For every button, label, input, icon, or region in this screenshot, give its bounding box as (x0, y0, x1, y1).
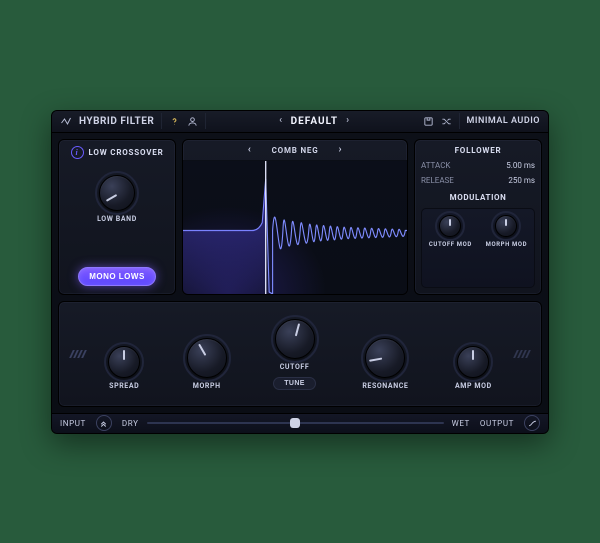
morph-label: MORPH (193, 382, 221, 390)
amp-mod-knob-group: AMP MOD (455, 346, 492, 390)
release-row[interactable]: RELEASE 250 ms (421, 176, 535, 185)
output-label: OUTPUT (480, 419, 514, 428)
wet-label: WET (452, 419, 470, 428)
amp-mod-label: AMP MOD (455, 382, 492, 390)
preset-prev-icon[interactable]: ‹ (279, 116, 283, 126)
separator (459, 113, 460, 129)
filter-curve-display[interactable] (183, 161, 407, 294)
cutoff-label: CUTOFF (280, 363, 310, 371)
morph-mod-knob[interactable] (495, 215, 517, 237)
footer-bar: INPUT DRY WET OUTPUT (52, 413, 548, 432)
slider-thumb[interactable] (290, 418, 300, 428)
cutoff-mod-knob-group: CUTOFF MOD (429, 215, 472, 248)
shuffle-icon[interactable] (441, 116, 452, 127)
user-icon[interactable] (187, 116, 198, 127)
titlebar-right: MINIMAL AUDIO (423, 113, 540, 129)
spread-knob[interactable] (108, 346, 140, 378)
cutoff-mod-knob[interactable] (439, 215, 461, 237)
amp-mod-knob[interactable] (457, 346, 489, 378)
morph-knob-group: MORPH (187, 338, 227, 390)
attack-label: ATTACK (421, 161, 450, 170)
plugin-window: HYBRID FILTER ‹ DEFAULT › (51, 110, 549, 434)
slider-track[interactable] (147, 422, 444, 424)
low-band-label: LOW BAND (97, 215, 137, 223)
follower-panel: FOLLOWER ATTACK 5.00 ms RELEASE 250 ms M… (414, 139, 542, 295)
top-row: i LOW CROSSOVER LOW BAND MONO LOWS (58, 139, 542, 295)
save-preset-icon[interactable] (423, 116, 434, 127)
low-band-knob[interactable] (99, 175, 135, 211)
preset-name[interactable]: DEFAULT (291, 116, 338, 127)
morph-knob[interactable] (187, 338, 227, 378)
titlebar-left: HYBRID FILTER (60, 113, 206, 129)
spread-label: SPREAD (109, 382, 139, 390)
resonance-label: RESONANCE (362, 382, 408, 390)
low-crossover-label: LOW CROSSOVER (89, 148, 164, 157)
cutoff-mod-label: CUTOFF MOD (429, 241, 472, 248)
modulation-knobs: CUTOFF MOD MORPH MOD (421, 208, 535, 288)
follower-title: FOLLOWER (421, 146, 535, 155)
content-area: i LOW CROSSOVER LOW BAND MONO LOWS (52, 133, 548, 413)
low-crossover-title: i LOW CROSSOVER (71, 146, 164, 159)
low-crossover-panel: i LOW CROSSOVER LOW BAND MONO LOWS (58, 139, 176, 295)
app-name: HYBRID FILTER (79, 116, 154, 127)
release-value: 250 ms (508, 176, 535, 185)
help-icon[interactable] (169, 116, 180, 127)
spread-knob-group: SPREAD (108, 346, 140, 390)
preset-browser: ‹ DEFAULT › (214, 116, 414, 127)
low-band-knob-group: LOW BAND (97, 175, 137, 223)
filter-display-panel: ‹ COMB NEG › (182, 139, 408, 295)
separator (205, 113, 206, 129)
tune-button[interactable]: TUNE (273, 377, 316, 390)
output-curve-button[interactable] (524, 415, 540, 431)
input-gain-button[interactable] (96, 415, 112, 431)
morph-mod-label: MORPH MOD (486, 241, 528, 248)
cutoff-knob[interactable] (275, 319, 315, 359)
preset-next-icon[interactable]: › (346, 116, 350, 126)
filter-type-selector: ‹ COMB NEG › (183, 140, 407, 161)
attack-row[interactable]: ATTACK 5.00 ms (421, 161, 535, 170)
titlebar: HYBRID FILTER ‹ DEFAULT › (52, 111, 548, 134)
main-knobs: SPREAD MORPH CUTOFF TUNE RESONANCE (85, 319, 515, 390)
stripes-decoration (515, 350, 529, 358)
resonance-knob-group: RESONANCE (362, 338, 408, 390)
separator (161, 113, 162, 129)
modulation-title: MODULATION (421, 193, 535, 202)
filter-type-label[interactable]: COMB NEG (272, 146, 319, 155)
resonance-knob[interactable] (365, 338, 405, 378)
mono-lows-button[interactable]: MONO LOWS (78, 267, 156, 286)
cutoff-knob-group: CUTOFF TUNE (273, 319, 316, 390)
logo-icon (60, 115, 72, 127)
filter-next-icon[interactable]: › (338, 145, 342, 155)
main-knob-row: SPREAD MORPH CUTOFF TUNE RESONANCE (58, 301, 542, 407)
release-label: RELEASE (421, 176, 454, 185)
filter-prev-icon[interactable]: ‹ (248, 145, 252, 155)
stripes-decoration (71, 350, 85, 358)
morph-mod-knob-group: MORPH MOD (486, 215, 528, 248)
brand-label: MINIMAL AUDIO (467, 116, 540, 126)
info-icon[interactable]: i (71, 146, 84, 159)
input-label: INPUT (60, 419, 86, 428)
follower-label: FOLLOWER (455, 146, 502, 155)
attack-value: 5.00 ms (506, 161, 535, 170)
dry-label: DRY (122, 419, 139, 428)
dry-wet-slider[interactable]: DRY WET (122, 419, 470, 428)
